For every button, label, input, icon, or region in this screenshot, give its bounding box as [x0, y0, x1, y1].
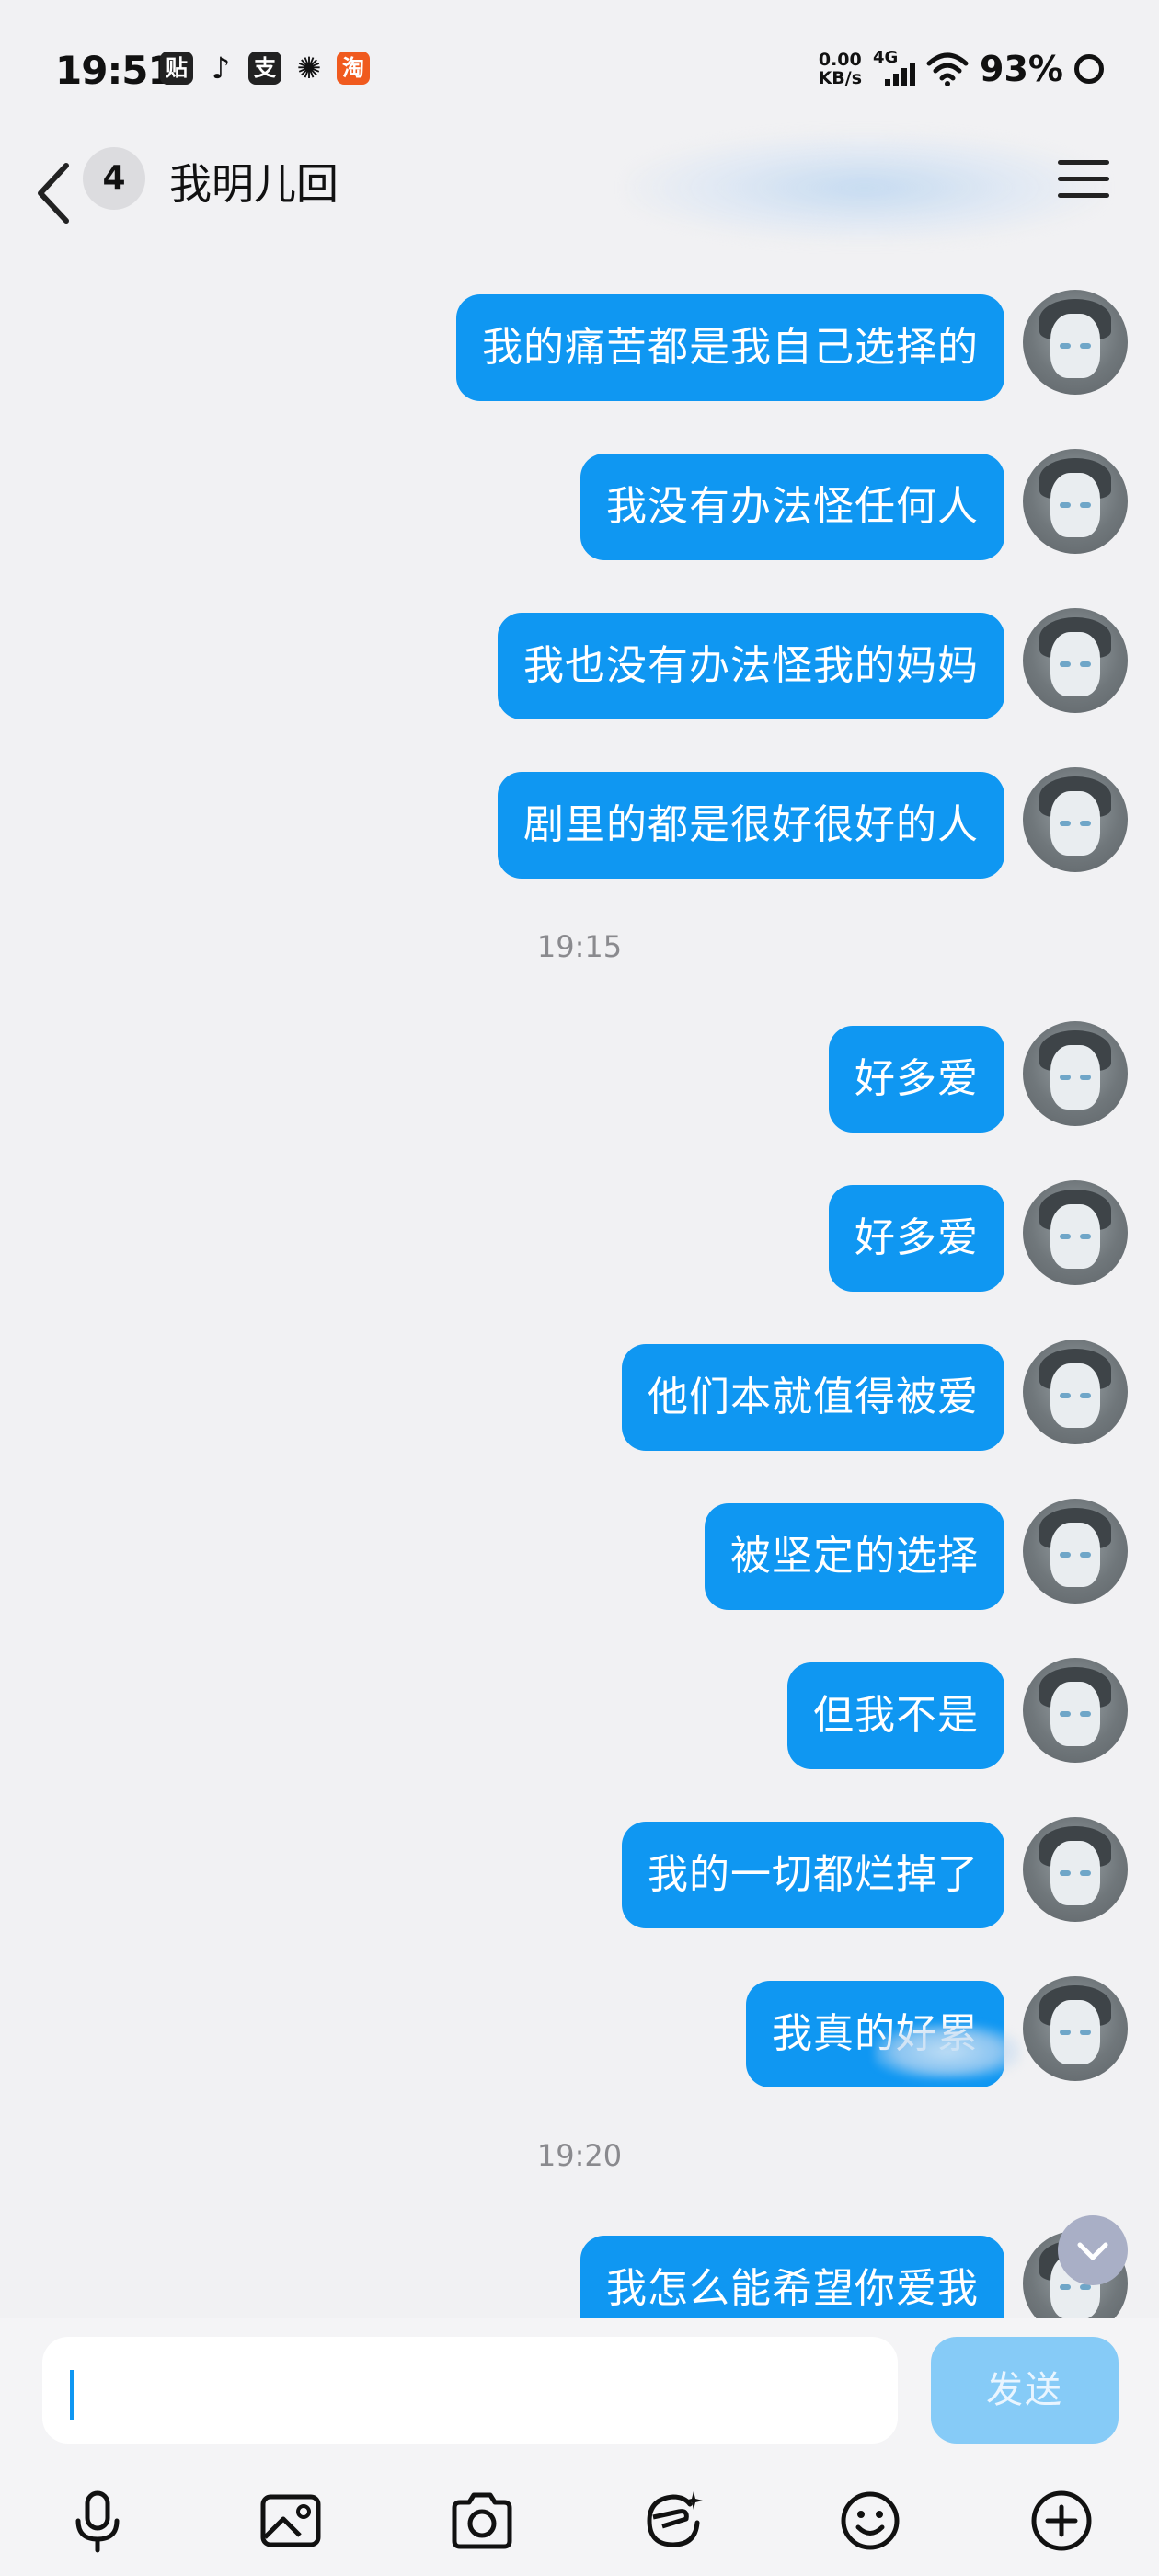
more-button[interactable]	[1025, 2484, 1098, 2558]
message-timestamp: 19:20	[536, 2138, 623, 2173]
unread-count-badge[interactable]: 4	[83, 147, 145, 210]
user-avatar[interactable]	[1023, 1021, 1128, 1126]
image-icon	[260, 2494, 321, 2547]
user-avatar[interactable]	[1023, 1180, 1128, 1285]
tieba-app-icon: 贴	[160, 52, 193, 85]
message-bubble[interactable]: 我怎么能希望你爱我	[580, 2236, 1004, 2318]
message-bubble[interactable]: 我也没有办法怪我的妈妈	[498, 613, 1004, 719]
blurred-region	[625, 132, 1104, 243]
wechat-app-icon: ✺	[296, 51, 322, 86]
sticker-icon	[647, 2491, 703, 2547]
battery-icon	[1074, 54, 1104, 84]
network-speed-value: 0.00	[818, 50, 862, 70]
alipay-app-icon: 支	[248, 52, 281, 85]
message-bubble[interactable]: 我的痛苦都是我自己选择的	[456, 294, 1004, 401]
microphone-icon	[75, 2490, 120, 2553]
scroll-to-bottom-button[interactable]	[1058, 2215, 1128, 2285]
voice-button[interactable]	[61, 2484, 134, 2558]
back-button[interactable]	[28, 149, 83, 237]
toolbar	[0, 2475, 1159, 2567]
message-bubble[interactable]: 我的一切都烂掉了	[622, 1822, 1004, 1928]
message-bubble[interactable]: 好多爱	[829, 1026, 1004, 1133]
input-bar: 发送	[0, 2318, 1159, 2576]
plus-icon	[1031, 2490, 1092, 2551]
camera-button[interactable]	[445, 2484, 519, 2558]
message-list[interactable]: 我的痛苦都是我自己选择的 我没有办法怪任何人 我也没有办法怪我的妈妈 剧里的都是…	[0, 248, 1159, 2318]
image-button[interactable]	[254, 2484, 327, 2558]
battery-percent: 93%	[980, 49, 1063, 89]
user-avatar[interactable]	[1023, 1817, 1128, 1922]
chat-title[interactable]: 我明儿回	[169, 151, 339, 212]
wifi-icon	[926, 52, 969, 86]
text-caret	[70, 2370, 74, 2420]
message-bubble[interactable]: 他们本就值得被爱	[622, 1344, 1004, 1451]
menu-button[interactable]	[1058, 160, 1109, 204]
network-speed-unit: KB/s	[818, 68, 863, 88]
status-app-icons: 贴 ♪ 支 ✺ 淘	[160, 52, 370, 85]
chevron-left-icon	[38, 163, 69, 224]
user-avatar[interactable]	[1023, 449, 1128, 554]
chat-header: 4 我明儿回	[0, 132, 1159, 248]
status-bar: 19:51 贴 ♪ 支 ✺ 淘 0.00 KB/s 4G 93%	[0, 0, 1159, 138]
message-bubble[interactable]: 但我不是	[787, 1662, 1004, 1769]
user-avatar[interactable]	[1023, 1976, 1128, 2081]
message-bubble[interactable]: 被坚定的选择	[705, 1503, 1004, 1610]
message-timestamp: 19:15	[536, 929, 623, 964]
message-bubble[interactable]: 我没有办法怪任何人	[580, 454, 1004, 560]
message-input[interactable]	[42, 2337, 898, 2444]
tiktok-app-icon: ♪	[211, 51, 231, 86]
user-avatar[interactable]	[1023, 608, 1128, 713]
status-time: 19:51	[55, 48, 175, 93]
network-speed: 0.00 KB/s	[819, 51, 862, 87]
message-bubble[interactable]: 好多爱	[829, 1185, 1004, 1292]
message-bubble[interactable]: 剧里的都是很好很好的人	[498, 772, 1004, 879]
user-avatar[interactable]	[1023, 290, 1128, 395]
taobao-app-icon: 淘	[337, 52, 370, 85]
emoji-button[interactable]	[833, 2484, 907, 2558]
emoji-icon	[841, 2491, 900, 2550]
chevron-down-icon	[1077, 2242, 1108, 2260]
send-button[interactable]: 发送	[931, 2337, 1119, 2444]
blurred-region	[874, 2024, 1021, 2079]
user-avatar[interactable]	[1023, 767, 1128, 872]
user-avatar[interactable]	[1023, 1658, 1128, 1763]
camera-icon	[452, 2492, 512, 2549]
user-avatar[interactable]	[1023, 1340, 1128, 1444]
status-indicators: 0.00 KB/s 4G 93%	[819, 48, 1104, 90]
sticker-button[interactable]	[637, 2484, 710, 2558]
user-avatar[interactable]	[1023, 1499, 1128, 1604]
cellular-signal-icon: 4G	[873, 48, 916, 90]
